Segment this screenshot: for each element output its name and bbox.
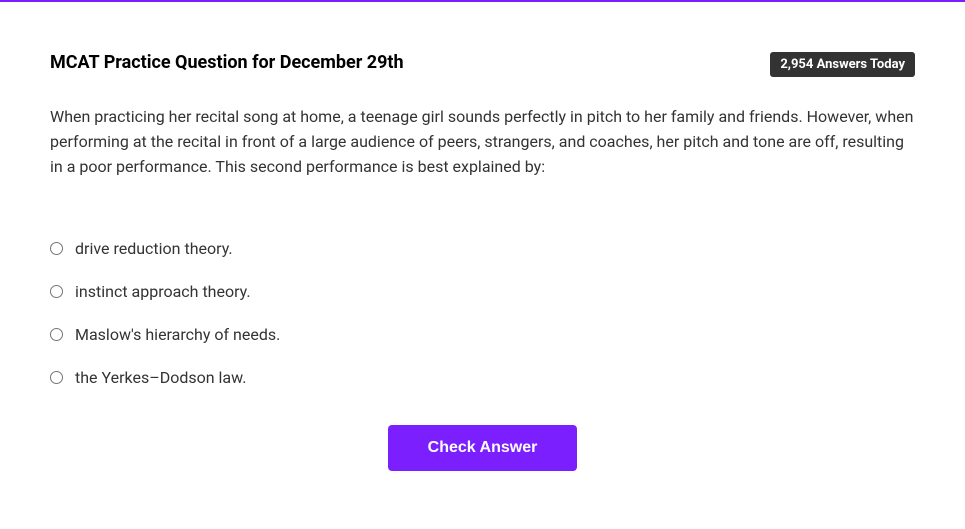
question-text: When practicing her recital song at home…: [50, 105, 915, 179]
option-c[interactable]: Maslow's hierarchy of needs.: [50, 325, 915, 344]
button-row: Check Answer: [50, 425, 915, 471]
option-d-label: the Yerkes–Dodson law.: [75, 368, 246, 387]
header-row: MCAT Practice Question for December 29th…: [50, 52, 915, 77]
option-c-radio[interactable]: [50, 328, 63, 341]
option-b-label: instinct approach theory.: [75, 282, 251, 301]
option-d-radio[interactable]: [50, 371, 63, 384]
option-b[interactable]: instinct approach theory.: [50, 282, 915, 301]
option-d[interactable]: the Yerkes–Dodson law.: [50, 368, 915, 387]
answers-today-badge: 2,954 Answers Today: [770, 52, 915, 77]
option-c-label: Maslow's hierarchy of needs.: [75, 325, 280, 344]
option-a[interactable]: drive reduction theory.: [50, 239, 915, 258]
option-a-radio[interactable]: [50, 242, 63, 255]
option-b-radio[interactable]: [50, 285, 63, 298]
options-list: drive reduction theory. instinct approac…: [50, 239, 915, 387]
option-a-label: drive reduction theory.: [75, 239, 233, 258]
check-answer-button[interactable]: Check Answer: [388, 425, 578, 471]
question-card: MCAT Practice Question for December 29th…: [0, 2, 965, 511]
question-title: MCAT Practice Question for December 29th: [50, 52, 404, 73]
